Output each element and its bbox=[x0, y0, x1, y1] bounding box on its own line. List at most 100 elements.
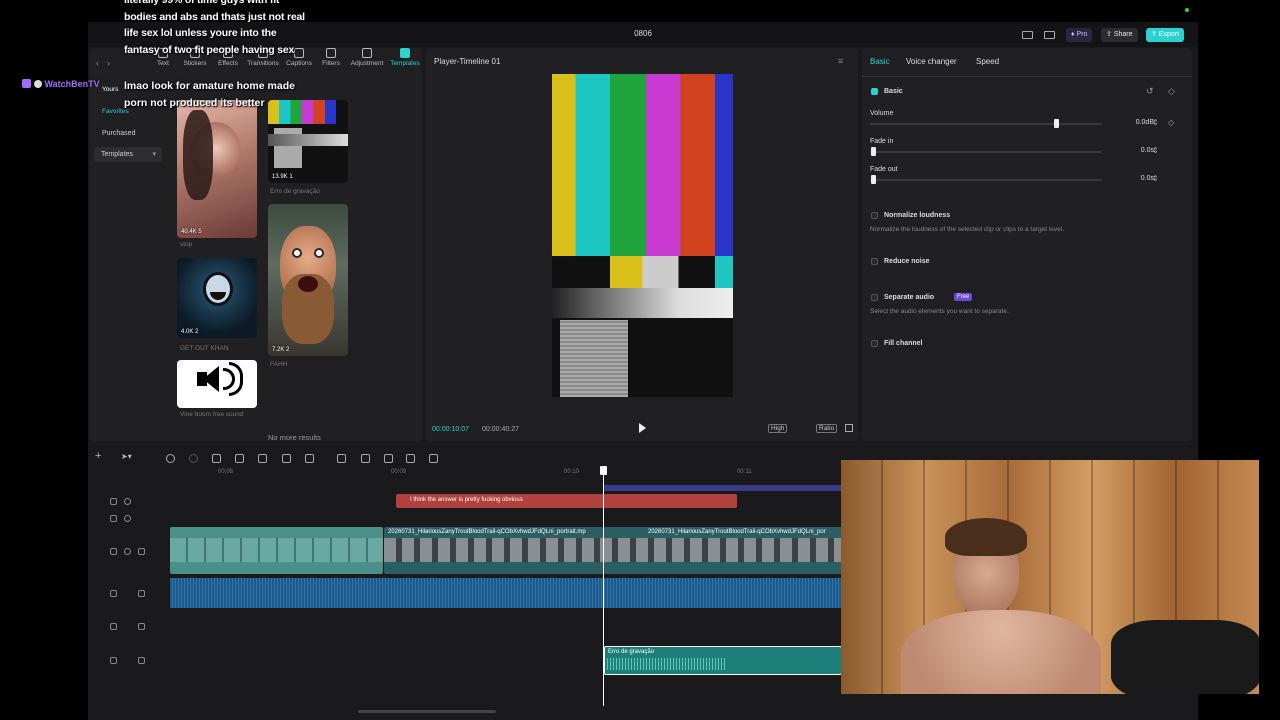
stepper-icon[interactable]: ⇕ bbox=[1152, 174, 1159, 183]
sidebar: Yours Favorites Purchased Templates ▾ bbox=[90, 82, 168, 432]
fade-out-slider[interactable] bbox=[870, 179, 1102, 181]
split-right-icon[interactable] bbox=[258, 454, 267, 463]
person-body bbox=[901, 610, 1101, 694]
eye-icon[interactable] bbox=[124, 515, 131, 522]
speaker-cone-icon bbox=[203, 366, 219, 392]
audio-clip[interactable]: Erro de gravação bbox=[604, 646, 842, 675]
volume-slider[interactable] bbox=[870, 123, 1102, 125]
webcam-overlay bbox=[841, 460, 1259, 694]
tab-basic[interactable]: Basic bbox=[870, 57, 890, 66]
video-clip-a[interactable] bbox=[170, 527, 383, 574]
monitor-icon[interactable] bbox=[1044, 31, 1055, 39]
audio-clip-label: Erro de gravação bbox=[608, 649, 655, 655]
keyframe-icon[interactable]: ◇ bbox=[1168, 86, 1175, 97]
text-clip[interactable]: I think the answer is pretty fucking obv… bbox=[396, 494, 737, 508]
mute-icon[interactable] bbox=[138, 548, 145, 555]
shield-icon[interactable] bbox=[305, 454, 314, 463]
thumb-stats: 13.9K 1 bbox=[272, 174, 293, 180]
delete-icon[interactable] bbox=[282, 454, 291, 463]
track-header-audio bbox=[88, 654, 168, 670]
playhead-handle[interactable] bbox=[600, 466, 607, 475]
nav-forward-icon[interactable]: › bbox=[107, 58, 110, 68]
lock-icon[interactable] bbox=[110, 623, 117, 630]
keyframe-tool-icon[interactable] bbox=[384, 454, 393, 463]
export-button[interactable]: ⇧ Export bbox=[1146, 28, 1185, 42]
reduce-noise-checkbox[interactable] bbox=[871, 258, 878, 265]
waveform-icon[interactable] bbox=[429, 454, 438, 463]
playhead[interactable] bbox=[603, 466, 604, 706]
mute-icon[interactable] bbox=[138, 623, 145, 630]
text-clip-tail[interactable] bbox=[604, 485, 842, 491]
fade-in-slider[interactable] bbox=[870, 151, 1102, 153]
retouch-icon[interactable] bbox=[361, 454, 370, 463]
pro-button[interactable]: ♦ Pro bbox=[1066, 28, 1093, 42]
templates-icon bbox=[400, 48, 410, 58]
eye-icon[interactable] bbox=[124, 498, 131, 505]
play-button[interactable] bbox=[639, 423, 646, 433]
fullscreen-icon[interactable] bbox=[845, 424, 853, 432]
separate-audio-checkbox[interactable] bbox=[871, 294, 878, 301]
eye-icon[interactable] bbox=[124, 548, 131, 555]
redo-icon[interactable] bbox=[189, 454, 198, 463]
template-thumb-erro[interactable]: 13.9K 1 bbox=[268, 100, 348, 183]
fill-channel-checkbox[interactable] bbox=[871, 340, 878, 347]
tab-voice-changer[interactable]: Voice changer bbox=[906, 57, 957, 66]
share-button[interactable]: ⇪ Share bbox=[1101, 28, 1138, 42]
fade-in-knob[interactable] bbox=[871, 147, 876, 156]
template-thumb-vine-boom[interactable] bbox=[177, 360, 257, 408]
player-title: Player-Timeline 01 bbox=[434, 57, 501, 66]
lock-icon[interactable] bbox=[110, 498, 117, 505]
tool-filters[interactable]: Filters bbox=[314, 48, 348, 67]
nav-back-icon[interactable]: ‹ bbox=[96, 58, 99, 68]
mute-icon[interactable] bbox=[138, 657, 145, 664]
lock-icon[interactable] bbox=[110, 590, 117, 597]
thumb-stats: 7.2K 2 bbox=[272, 347, 290, 353]
no-more-results: No more results bbox=[268, 433, 321, 442]
video-clip-b[interactable]: 20260731_HilariousZanyTroutBloodTrail-qC… bbox=[384, 527, 842, 574]
select-tool-icon[interactable]: ➤▾ bbox=[121, 452, 132, 461]
ruler-label: 00:09 bbox=[391, 469, 407, 475]
mute-icon[interactable] bbox=[138, 590, 145, 597]
sidebar-item-purchased[interactable]: Purchased bbox=[102, 130, 135, 137]
reset-icon[interactable]: ↺ bbox=[1146, 86, 1154, 97]
fade-out-knob[interactable] bbox=[871, 175, 876, 184]
volume-slider-knob[interactable] bbox=[1053, 119, 1059, 128]
mask-icon[interactable] bbox=[337, 454, 346, 463]
audio-waveform-track[interactable] bbox=[170, 578, 842, 608]
template-thumb-get-out-khan[interactable]: 4.0K 2 bbox=[177, 258, 257, 338]
lock-icon[interactable] bbox=[110, 548, 117, 555]
volume-value[interactable]: 0.0dB bbox=[1112, 119, 1154, 126]
filmstrip bbox=[384, 538, 842, 562]
lock-icon[interactable] bbox=[110, 657, 117, 664]
menu-icon[interactable]: ≡ bbox=[838, 56, 843, 66]
add-icon[interactable]: + bbox=[95, 450, 101, 462]
split-icon[interactable] bbox=[212, 454, 221, 463]
ratio-button[interactable]: Ratio bbox=[816, 424, 838, 433]
quality-button[interactable]: High bbox=[768, 424, 788, 433]
fade-out-value[interactable]: 0.0s bbox=[1112, 175, 1154, 182]
magic-icon[interactable] bbox=[406, 454, 415, 463]
undo-icon[interactable] bbox=[166, 454, 175, 463]
free-badge: Free bbox=[954, 293, 973, 301]
badge-icon bbox=[22, 79, 31, 88]
tool-adjustment[interactable]: Adjustment bbox=[350, 48, 384, 67]
sidebar-item-templates[interactable]: Templates ▾ bbox=[94, 147, 162, 162]
split-left-icon[interactable] bbox=[235, 454, 244, 463]
stepper-icon[interactable]: ⇕ bbox=[1152, 118, 1159, 127]
eye-icon bbox=[314, 248, 324, 258]
normalize-checkbox[interactable] bbox=[871, 212, 878, 219]
track-header-text bbox=[88, 512, 168, 528]
timeline-scrollbar[interactable] bbox=[358, 710, 496, 713]
template-thumb-fahh[interactable]: 7.2K 2 bbox=[268, 204, 348, 356]
sidebar-item-yours[interactable]: Yours bbox=[102, 86, 118, 93]
keyframe-icon[interactable]: ◇ bbox=[1168, 118, 1174, 127]
template-thumb-stop[interactable]: 40.4K 5 bbox=[177, 100, 257, 238]
fade-in-value[interactable]: 0.0s bbox=[1112, 147, 1154, 154]
lock-icon[interactable] bbox=[110, 515, 117, 522]
basic-toggle[interactable] bbox=[871, 88, 878, 95]
tool-templates[interactable]: Templates bbox=[388, 48, 422, 67]
layout-icon[interactable] bbox=[1022, 31, 1033, 39]
stepper-icon[interactable]: ⇕ bbox=[1152, 146, 1159, 155]
fade-out-label: Fade out bbox=[870, 166, 898, 173]
tab-speed[interactable]: Speed bbox=[976, 57, 999, 66]
